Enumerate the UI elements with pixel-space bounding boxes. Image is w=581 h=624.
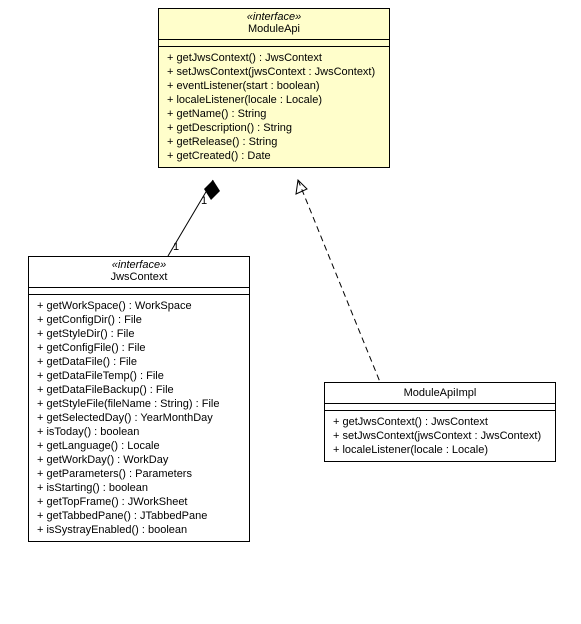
op: + getName() : String bbox=[167, 107, 381, 121]
attr-section bbox=[159, 39, 389, 46]
op: + isSystrayEnabled() : boolean bbox=[37, 523, 241, 537]
op: + localeListener(locale : Locale) bbox=[167, 93, 381, 107]
op: + getLanguage() : Locale bbox=[37, 439, 241, 453]
multiplicity: 1 bbox=[201, 195, 207, 207]
op: + getSelectedDay() : YearMonthDay bbox=[37, 411, 241, 425]
op: + getTopFrame() : JWorkSheet bbox=[37, 495, 241, 509]
ops-section: + getJwsContext() : JwsContext + setJwsC… bbox=[159, 46, 389, 167]
stereotype: «interface» bbox=[159, 9, 389, 23]
op: + getConfigFile() : File bbox=[37, 341, 241, 355]
op: + getWorkSpace() : WorkSpace bbox=[37, 299, 241, 313]
op: + getWorkDay() : WorkDay bbox=[37, 453, 241, 467]
op: + getParameters() : Parameters bbox=[37, 467, 241, 481]
op: + isToday() : boolean bbox=[37, 425, 241, 439]
multiplicity: 1 bbox=[173, 241, 179, 253]
op: + getCreated() : Date bbox=[167, 149, 381, 163]
op: + isStarting() : boolean bbox=[37, 481, 241, 495]
op: + getDataFile() : File bbox=[37, 355, 241, 369]
op: + eventListener(start : boolean) bbox=[167, 79, 381, 93]
op: + setJwsContext(jwsContext : JwsContext) bbox=[333, 429, 547, 443]
op: + getStyleDir() : File bbox=[37, 327, 241, 341]
op: + getDataFileBackup() : File bbox=[37, 383, 241, 397]
ops-section: + getWorkSpace() : WorkSpace + getConfig… bbox=[29, 294, 249, 541]
op: + getConfigDir() : File bbox=[37, 313, 241, 327]
op: + getStyleFile(fileName : String) : File bbox=[37, 397, 241, 411]
op: + getJwsContext() : JwsContext bbox=[167, 51, 381, 65]
class-name: ModuleApiImpl bbox=[325, 383, 555, 403]
op: + setJwsContext(jwsContext : JwsContext) bbox=[167, 65, 381, 79]
op: + getDataFileTemp() : File bbox=[37, 369, 241, 383]
class-module-api: «interface» ModuleApi + getJwsContext() … bbox=[158, 8, 390, 168]
ops-section: + getJwsContext() : JwsContext + setJwsC… bbox=[325, 410, 555, 461]
op: + getRelease() : String bbox=[167, 135, 381, 149]
stereotype: «interface» bbox=[29, 257, 249, 271]
op: + getTabbedPane() : JTabbedPane bbox=[37, 509, 241, 523]
class-jws-context: «interface» JwsContext + getWorkSpace() … bbox=[28, 256, 250, 542]
op: + getDescription() : String bbox=[167, 121, 381, 135]
op: + getJwsContext() : JwsContext bbox=[333, 415, 547, 429]
attr-section bbox=[325, 403, 555, 410]
op: + localeListener(locale : Locale) bbox=[333, 443, 547, 457]
class-name: JwsContext bbox=[29, 271, 249, 287]
class-name: ModuleApi bbox=[159, 23, 389, 39]
class-module-api-impl: ModuleApiImpl + getJwsContext() : JwsCon… bbox=[324, 382, 556, 462]
attr-section bbox=[29, 287, 249, 294]
